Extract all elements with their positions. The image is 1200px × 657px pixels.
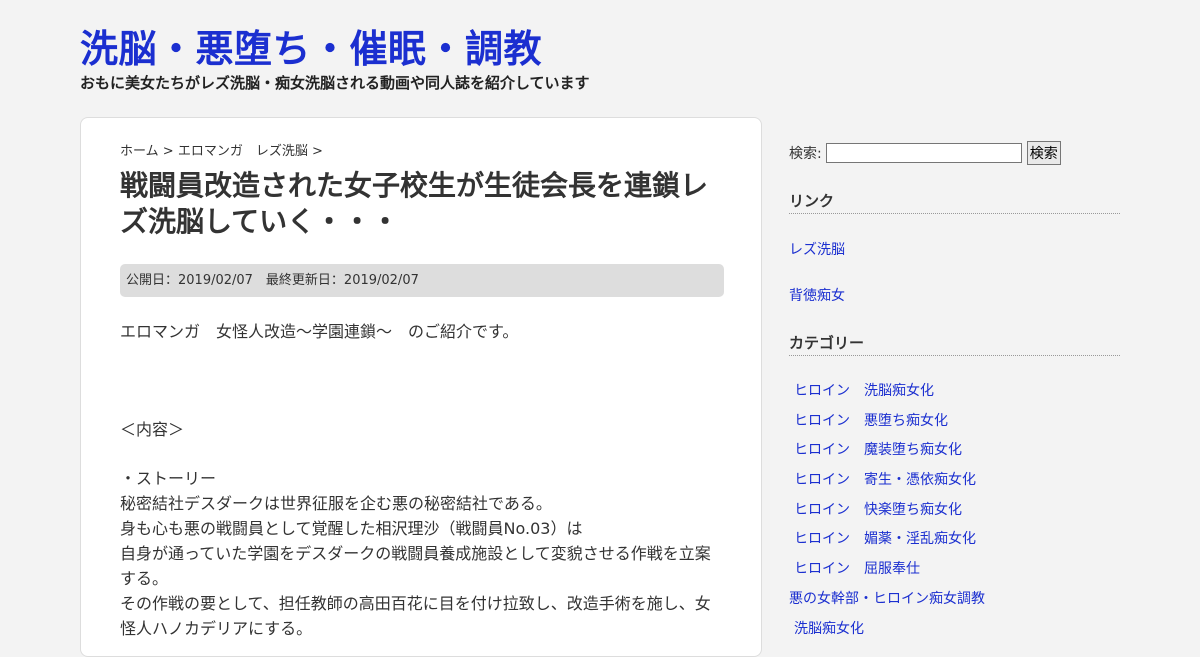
links-widget-title: リンク (789, 190, 1120, 214)
category-item: ヒロイン 快楽堕ち痴女化 (789, 494, 1120, 524)
sidebar: 検索: 検索 リンク レズ洗脳 背徳痴女 カテゴリー ヒロイン 洗脳痴女化 ヒロ… (789, 140, 1120, 642)
category-item: ヒロイン 悪堕ち痴女化 (789, 405, 1120, 435)
post-title: 戦闘員改造された女子校生が生徒会長を連鎖レズ洗脳していく・・・ (120, 169, 709, 238)
post-content: エロマンガ 女怪人改造～学園連鎖～ のご紹介です。 ＜内容＞ ・ストーリー 秘密… (120, 319, 720, 641)
search-input[interactable] (825, 143, 1022, 163)
category-item: 悪の女幹部・ヒロイン痴女調教 (789, 583, 1120, 613)
post-paragraph: 身も心も悪の戦闘員として覚醒した相沢理沙（戦闘員No.03）は (120, 519, 583, 538)
breadcrumb-category-link[interactable]: エロマンガ レズ洗脳 (178, 144, 308, 159)
search-label: 検索: (789, 146, 822, 162)
category-link[interactable]: ヒロイン 魔装堕ち痴女化 (789, 442, 962, 458)
post-paragraph: ・ストーリー (120, 469, 217, 488)
post-dates: 公開日：2019/02/07 最終更新日：2019/02/07 (120, 264, 724, 297)
category-link[interactable]: ヒロイン 悪堕ち痴女化 (789, 413, 948, 429)
site-title[interactable]: 洗脳・悪堕ち・催眠・調教 (80, 18, 542, 73)
post-paragraph: ＜内容＞ (120, 420, 185, 439)
post-paragraph: 自身が通っていた学園をデスダークの戦闘員養成施設として変貌させる作戦を立案する。 (120, 544, 711, 588)
main-article-card: ホーム > エロマンガ レズ洗脳 > 戦闘員改造された女子校生が生徒会長を連鎖レ… (80, 117, 762, 657)
categories-widget-title: カテゴリー (789, 332, 1120, 356)
breadcrumb-home-link[interactable]: ホーム (120, 144, 159, 159)
category-item: 洗脳痴女化 (789, 613, 1120, 643)
category-item: ヒロイン 媚薬・淫乱痴女化 (789, 523, 1120, 553)
breadcrumb-separator: > (162, 144, 174, 159)
category-link[interactable]: ヒロイン 媚薬・淫乱痴女化 (789, 531, 976, 547)
category-link[interactable]: ヒロイン 快楽堕ち痴女化 (789, 502, 962, 518)
post-paragraph: その作戦の要として、担任教師の高田百花に目を付け拉致し、改造手術を施し、女怪人ハ… (120, 594, 711, 638)
breadcrumb-separator: > (311, 144, 323, 159)
search-button[interactable]: 検索 (1026, 141, 1061, 165)
post-paragraph: 秘密結社デスダークは世界征服を企む悪の秘密結社である。 (120, 494, 552, 513)
category-link[interactable]: ヒロイン 寄生・憑依痴女化 (789, 472, 976, 488)
search-form: 検索: 検索 (789, 140, 1120, 166)
category-item: ヒロイン 寄生・憑依痴女化 (789, 464, 1120, 494)
category-link[interactable]: 洗脳痴女化 (789, 621, 864, 637)
site-description: おもに美女たちがレズ洗脳・痴女洗脳される動画や同人誌を紹介しています (80, 74, 590, 92)
link-lez-sennou[interactable]: レズ洗脳 (789, 239, 1120, 259)
post-paragraph: エロマンガ 女怪人改造～学園連鎖～ のご紹介です。 (120, 322, 519, 341)
category-link[interactable]: 悪の女幹部・ヒロイン痴女調教 (789, 591, 985, 607)
category-list: ヒロイン 洗脳痴女化 ヒロイン 悪堕ち痴女化 ヒロイン 魔装堕ち痴女化 ヒロイン… (789, 375, 1120, 642)
category-link[interactable]: ヒロイン 洗脳痴女化 (789, 383, 934, 399)
link-haitoku-chijo[interactable]: 背徳痴女 (789, 285, 1120, 305)
breadcrumb: ホーム > エロマンガ レズ洗脳 > (120, 140, 323, 159)
category-item: ヒロイン 洗脳痴女化 (789, 375, 1120, 405)
category-link[interactable]: ヒロイン 屈服奉仕 (789, 561, 920, 577)
category-item: ヒロイン 屈服奉仕 (789, 553, 1120, 583)
category-item: ヒロイン 魔装堕ち痴女化 (789, 434, 1120, 464)
